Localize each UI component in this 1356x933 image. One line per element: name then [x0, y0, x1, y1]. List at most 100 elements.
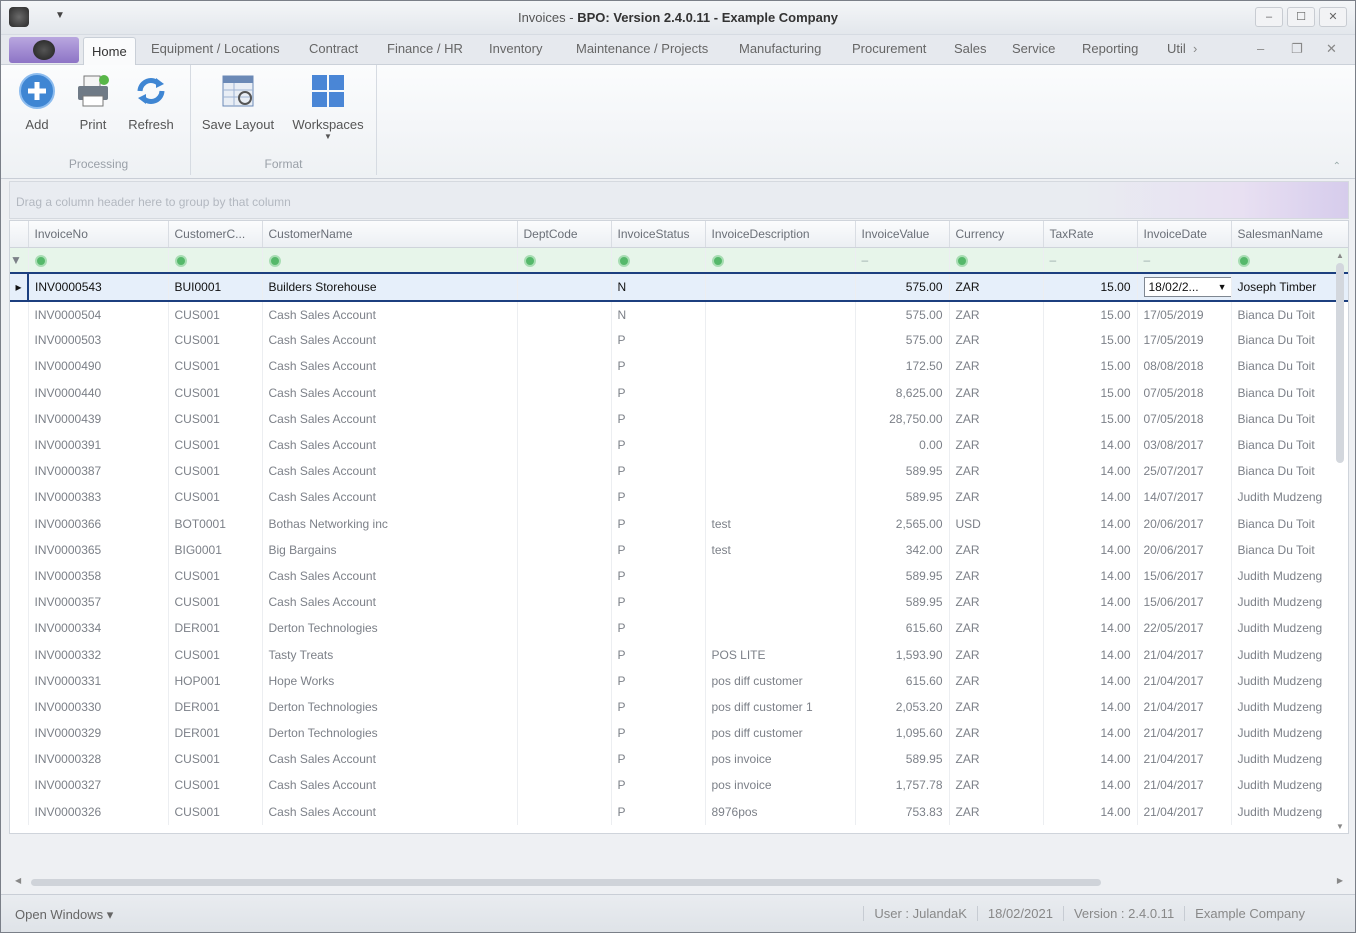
row-indicator[interactable] [10, 405, 29, 432]
cell-invoicedescription[interactable] [705, 405, 856, 432]
cell-deptcode[interactable] [517, 589, 612, 616]
cell-invoicedate[interactable]: 08/08/2018 [1137, 353, 1232, 380]
cell-deptcode[interactable] [517, 798, 612, 825]
scroll-down-icon[interactable]: ▼ [1334, 822, 1346, 831]
cell-invoicedate[interactable]: 03/08/2017 [1137, 431, 1232, 459]
cell-invoicevalue[interactable]: 172.50 [855, 353, 950, 380]
cell-salesmanname[interactable]: Judith Mudzeng [1231, 667, 1348, 694]
cell-invoicedescription[interactable] [705, 431, 856, 459]
table-row[interactable]: INV0000326 CUS001 Cash Sales Account P 8976p… [10, 798, 1348, 825]
cell-customername[interactable]: Cash Sales Account [262, 353, 518, 380]
maximize-button[interactable]: ☐ [1287, 7, 1315, 27]
table-row-selected[interactable]: ▸ INV0000543 BUI0001 Builders Storehouse… [10, 272, 1348, 302]
row-indicator[interactable] [10, 589, 29, 616]
cell-currency[interactable]: ZAR [949, 772, 1044, 799]
cell-deptcode[interactable] [517, 484, 612, 511]
cell-deptcode[interactable] [517, 615, 612, 642]
print-button[interactable]: Print [65, 71, 121, 132]
tab-service[interactable]: Service [1012, 41, 1055, 56]
cell-invoiceno[interactable]: INV0000439 [28, 405, 169, 432]
row-indicator[interactable] [10, 301, 29, 328]
cell-customercode[interactable]: CUS001 [168, 562, 263, 590]
cell-currency[interactable]: ZAR [949, 301, 1044, 328]
cell-deptcode[interactable] [517, 272, 612, 302]
cell-taxrate[interactable]: 14.00 [1043, 746, 1138, 773]
tab-contract[interactable]: Contract [309, 41, 358, 56]
cell-invoicedate[interactable]: 15/06/2017 [1137, 562, 1232, 590]
row-indicator[interactable] [10, 562, 29, 590]
cell-customercode[interactable]: CUS001 [168, 301, 263, 328]
cell-customercode[interactable]: CUS001 [168, 327, 263, 354]
cell-invoicedate[interactable]: 21/04/2017 [1137, 641, 1232, 668]
invoices-grid[interactable]: InvoiceNo CustomerC... CustomerName Dept… [9, 220, 1349, 834]
cell-deptcode[interactable] [517, 667, 612, 694]
table-row[interactable]: INV0000440 CUS001 Cash Sales Account P 8,625… [10, 379, 1348, 406]
cell-invoiceno[interactable]: INV0000490 [28, 353, 169, 380]
table-row[interactable]: INV0000391 CUS001 Cash Sales Account P 0.00 Z… [10, 431, 1348, 459]
row-indicator[interactable] [10, 667, 29, 694]
cell-deptcode[interactable] [517, 772, 612, 799]
cell-taxrate[interactable]: 15.00 [1043, 272, 1138, 302]
cell-salesmanname[interactable]: Judith Mudzeng [1231, 589, 1348, 616]
row-indicator[interactable] [10, 327, 29, 354]
cell-invoicestatus[interactable]: P [611, 379, 706, 406]
cell-invoiceno[interactable]: INV0000331 [28, 667, 169, 694]
cell-deptcode[interactable] [517, 431, 612, 459]
cell-salesmanname[interactable]: Judith Mudzeng [1231, 746, 1348, 773]
cell-taxrate[interactable]: 14.00 [1043, 615, 1138, 642]
cell-invoicestatus[interactable]: P [611, 615, 706, 642]
cell-salesmanname[interactable]: Judith Mudzeng [1231, 562, 1348, 590]
horizontal-scrollbar[interactable]: ◀ ▶ [9, 873, 1349, 891]
col-header-invoiceno[interactable]: InvoiceNo [28, 221, 169, 248]
tab-procurement[interactable]: Procurement [852, 41, 926, 56]
col-header-currency[interactable]: Currency [949, 221, 1044, 248]
cell-invoicedate[interactable]: 21/04/2017 [1137, 667, 1232, 694]
cell-taxrate[interactable]: 14.00 [1043, 431, 1138, 459]
cell-invoiceno[interactable]: INV0000329 [28, 720, 169, 747]
cell-invoicedescription[interactable] [705, 327, 856, 354]
cell-currency[interactable]: ZAR [949, 693, 1044, 720]
cell-invoiceno[interactable]: INV0000357 [28, 589, 169, 616]
tab-inventory[interactable]: Inventory [489, 41, 542, 56]
mdi-minimize-icon[interactable]: – [1257, 41, 1264, 56]
cell-taxrate[interactable]: 14.00 [1043, 562, 1138, 590]
col-header-taxrate[interactable]: TaxRate [1043, 221, 1138, 248]
cell-currency[interactable]: ZAR [949, 484, 1044, 511]
cell-taxrate[interactable]: 15.00 [1043, 353, 1138, 380]
cell-customercode[interactable]: DER001 [168, 720, 263, 747]
cell-salesmanname[interactable]: Judith Mudzeng [1231, 615, 1348, 642]
cell-invoiceno[interactable]: INV0000543 [27, 272, 169, 302]
cell-invoicevalue[interactable]: 575.00 [855, 301, 950, 328]
table-row[interactable]: INV0000358 CUS001 Cash Sales Account P 589.9… [10, 562, 1348, 590]
cell-customername[interactable]: Cash Sales Account [262, 327, 518, 354]
cell-currency[interactable]: ZAR [949, 641, 1044, 668]
cell-invoicedescription[interactable]: POS LITE [705, 641, 856, 668]
cell-invoicedate[interactable]: 20/06/2017 [1137, 536, 1232, 563]
cell-invoicestatus[interactable]: P [611, 746, 706, 773]
row-indicator[interactable] [10, 798, 29, 825]
tab-maintenance-projects[interactable]: Maintenance / Projects [576, 41, 708, 56]
table-row[interactable]: INV0000329 DER001 Derton Technologies Ppos … [10, 720, 1348, 747]
cell-invoicevalue[interactable]: 575.00 [855, 327, 950, 354]
cell-invoicedate[interactable]: 21/04/2017 [1137, 720, 1232, 747]
save-layout-button[interactable]: Save Layout [197, 71, 279, 132]
cell-invoicedescription[interactable] [705, 379, 856, 406]
cell-invoicevalue[interactable]: 589.95 [855, 589, 950, 616]
cell-invoicestatus[interactable]: P [611, 720, 706, 747]
cell-deptcode[interactable] [517, 353, 612, 380]
cell-invoicedate[interactable]: 22/05/2017 [1137, 615, 1232, 642]
cell-salesmanname[interactable]: Bianca Du Toit [1231, 458, 1348, 485]
cell-currency[interactable]: ZAR [949, 353, 1044, 380]
cell-salesmanname[interactable]: Bianca Du Toit [1231, 536, 1348, 563]
cell-customername[interactable]: Cash Sales Account [262, 405, 518, 432]
cell-deptcode[interactable] [517, 536, 612, 563]
table-row[interactable]: INV0000365 BIG0001 Big Bargains Ptest 342.00… [10, 536, 1348, 563]
cell-taxrate[interactable]: 14.00 [1043, 589, 1138, 616]
cell-salesmanname[interactable]: Bianca Du Toit [1231, 431, 1348, 459]
cell-customername[interactable]: Derton Technologies [262, 693, 518, 720]
row-indicator[interactable] [10, 353, 29, 380]
cell-salesmanname[interactable]: Bianca Du Toit [1231, 510, 1348, 537]
row-indicator[interactable] [10, 746, 29, 773]
cell-invoicevalue[interactable]: 2,053.20 [855, 693, 950, 720]
tab-equipment-locations[interactable]: Equipment / Locations [151, 41, 280, 56]
